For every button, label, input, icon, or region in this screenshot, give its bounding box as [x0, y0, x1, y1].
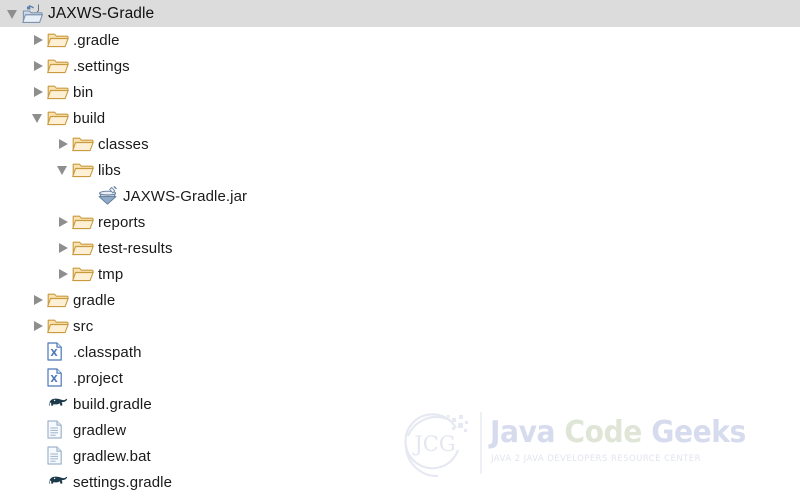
text-file-icon — [47, 420, 69, 440]
disclosure-triangle-right-icon[interactable] — [29, 57, 47, 75]
tree-row[interactable]: tmp — [0, 261, 800, 287]
tree-row[interactable]: .gradle — [0, 27, 800, 53]
svg-text:J: J — [36, 4, 39, 12]
tree-row-label: .project — [73, 369, 123, 387]
tree-row[interactable]: bin — [0, 79, 800, 105]
tree-row-label: build — [73, 109, 106, 127]
tree-row-label: src — [73, 317, 94, 335]
text-file-icon — [47, 446, 69, 466]
disclosure-triangle-right-icon[interactable] — [29, 291, 47, 309]
tree-row-label: JAXWS-Gradle — [48, 4, 155, 22]
folder-icon — [47, 108, 69, 128]
tree-row-label: libs — [98, 161, 121, 179]
tree-row[interactable]: gradle — [0, 287, 800, 313]
disclosure-triangle-down-icon[interactable] — [29, 109, 47, 127]
disclosure-triangle-right-icon[interactable] — [29, 83, 47, 101]
tree-row[interactable]: reports — [0, 209, 800, 235]
xml-file-icon: X — [47, 342, 69, 362]
tree-row[interactable]: classes — [0, 131, 800, 157]
disclosure-triangle-right-icon[interactable] — [29, 317, 47, 335]
folder-icon — [47, 316, 69, 336]
tree-row[interactable]: build — [0, 105, 800, 131]
disclosure-triangle-down-icon[interactable] — [4, 5, 22, 23]
tree-row-label: classes — [98, 135, 149, 153]
tree-row-label: JAXWS-Gradle.jar — [123, 187, 248, 205]
project-file-tree[interactable]: J JAXWS-Gradle .gradle .settings bin build cla… — [0, 0, 800, 502]
tree-row-label: bin — [73, 83, 94, 101]
xml-file-icon: X — [47, 368, 69, 388]
gradle-file-icon — [47, 394, 69, 414]
folder-icon — [72, 264, 94, 284]
folder-icon — [72, 134, 94, 154]
tree-row[interactable]: settings.gradle — [0, 469, 800, 495]
jar-icon — [97, 186, 119, 206]
tree-row-label: .classpath — [73, 343, 142, 361]
tree-row-label: build.gradle — [73, 395, 152, 413]
tree-row[interactable]: src — [0, 313, 800, 339]
tree-row-label: gradle — [73, 291, 116, 309]
tree-row-label: tmp — [98, 265, 124, 283]
tree-row-label: gradlew.bat — [73, 447, 151, 465]
tree-row[interactable]: JAXWS-Gradle.jar — [0, 183, 800, 209]
tree-row[interactable]: gradlew — [0, 417, 800, 443]
tree-row[interactable]: J JAXWS-Gradle — [0, 0, 800, 27]
svg-text:X: X — [50, 374, 58, 385]
folder-icon — [47, 82, 69, 102]
tree-row-label: settings.gradle — [73, 473, 173, 491]
disclosure-triangle-right-icon[interactable] — [54, 239, 72, 257]
tree-row-label: .settings — [73, 57, 130, 75]
disclosure-triangle-down-icon[interactable] — [54, 161, 72, 179]
folder-icon — [47, 290, 69, 310]
tree-row[interactable]: .settings — [0, 53, 800, 79]
gradle-file-icon — [47, 472, 69, 492]
java-project-folder-icon: J — [22, 4, 44, 24]
folder-icon — [72, 160, 94, 180]
disclosure-triangle-right-icon[interactable] — [29, 31, 47, 49]
folder-icon — [72, 238, 94, 258]
disclosure-triangle-right-icon[interactable] — [54, 135, 72, 153]
tree-row[interactable]: test-results — [0, 235, 800, 261]
tree-row[interactable]: X .project — [0, 365, 800, 391]
tree-row[interactable]: build.gradle — [0, 391, 800, 417]
folder-icon — [47, 56, 69, 76]
disclosure-triangle-right-icon[interactable] — [54, 265, 72, 283]
tree-row[interactable]: libs — [0, 157, 800, 183]
tree-row-label: .gradle — [73, 31, 120, 49]
svg-text:X: X — [50, 348, 58, 359]
tree-row-label: test-results — [98, 239, 173, 257]
folder-icon — [72, 212, 94, 232]
tree-row-label: gradlew — [73, 421, 127, 439]
tree-row[interactable]: X .classpath — [0, 339, 800, 365]
tree-row[interactable]: gradlew.bat — [0, 443, 800, 469]
disclosure-triangle-right-icon[interactable] — [54, 213, 72, 231]
tree-row-label: reports — [98, 213, 146, 231]
folder-icon — [47, 30, 69, 50]
